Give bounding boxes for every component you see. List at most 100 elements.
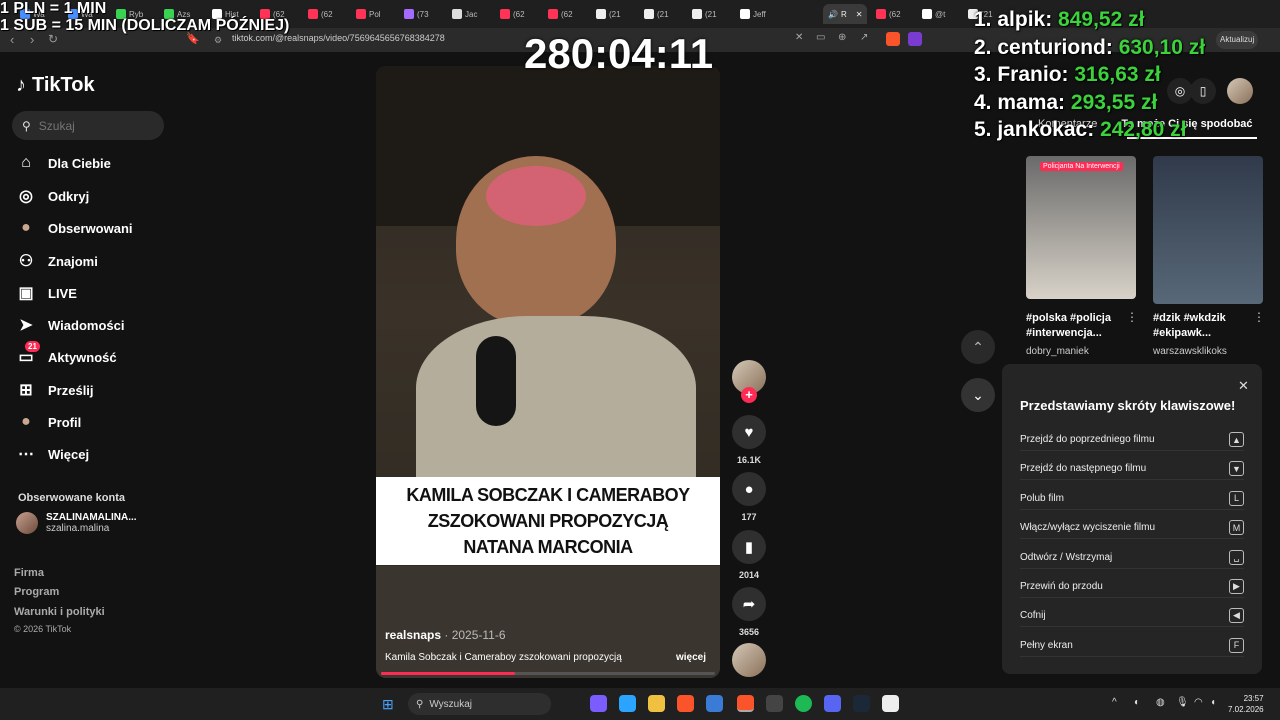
tray-chevron-icon[interactable]: ^ [1112, 697, 1117, 708]
sidebar-item-label: Aktywność [48, 349, 117, 365]
taskbar-app-icon[interactable] [619, 695, 636, 712]
shortcut-label: Polub film [1020, 492, 1064, 504]
tiktok-logo[interactable]: ♪ TikTok [16, 74, 95, 97]
browser-tab[interactable]: (21 [596, 4, 621, 24]
suggested-video-thumb-1[interactable] [1026, 156, 1136, 299]
taskbar-app-icon[interactable] [590, 695, 607, 712]
title-line: #interwencja... [1026, 327, 1102, 339]
share-icon[interactable]: ↗ [860, 32, 874, 46]
obs-icon[interactable] [766, 695, 783, 712]
store-icon[interactable] [706, 695, 723, 712]
spotify-icon[interactable] [795, 695, 812, 712]
brave-rewards-icon[interactable] [908, 32, 922, 46]
suggested-video-title-2[interactable]: #dzik #wkdzik #ekipawk... [1153, 311, 1226, 341]
video-author[interactable]: realsnaps · 2025-11-6 [385, 628, 506, 642]
browser-tab[interactable]: (62 [876, 4, 901, 24]
share-button[interactable]: ➦ [732, 587, 766, 621]
suggested-video-user-1[interactable]: dobry_maniek [1026, 346, 1089, 357]
browser-tab[interactable]: Pol [356, 4, 381, 24]
tray-app-icon[interactable]: ◍ [1156, 697, 1165, 708]
update-button[interactable]: Aktualizuj [1216, 31, 1259, 49]
more-link[interactable]: więcej [676, 652, 706, 663]
browser-tab[interactable]: (73 [404, 4, 429, 24]
volume-icon[interactable]: ◖ [1210, 697, 1216, 708]
sidebar-item-2[interactable]: ◎ Odkryj [16, 186, 89, 206]
suggested-video-thumb-2[interactable] [1153, 156, 1263, 304]
windows-start-icon[interactable]: ⊞ [382, 696, 394, 713]
music-disc-avatar[interactable] [732, 643, 766, 677]
more-options-icon[interactable]: ⋮ [1126, 310, 1138, 324]
tab-favicon-icon [500, 9, 510, 19]
taskbar-app-icon[interactable] [882, 695, 899, 712]
brave-active-icon[interactable] [737, 695, 754, 712]
video-progress-bar[interactable] [381, 672, 715, 675]
footer-link-firma[interactable]: Firma [14, 567, 44, 579]
suggested-video-user-2[interactable]: warszawsklikoks [1153, 346, 1227, 357]
sidebar-item-3[interactable]: ● Obserwowani [16, 218, 132, 238]
like-button[interactable]: ♥ [732, 415, 766, 449]
browser-tab[interactable]: (62 [308, 4, 333, 24]
url-field[interactable]: tiktok.com/@realsnaps/video/756964565676… [232, 33, 445, 43]
chevron-down-icon: ⌄ [972, 386, 984, 403]
search-input[interactable] [38, 118, 149, 133]
footer-link-terms[interactable]: Warunki i polityki [14, 606, 105, 618]
sidebar-item-4[interactable]: ⚇ Znajomi [16, 251, 98, 271]
following-account-item[interactable]: SZALINAMALINA... szalina.malina [16, 512, 137, 534]
search-box[interactable]: ⚲ [12, 111, 164, 140]
sidebar-item-9[interactable]: ● Profil [16, 412, 81, 432]
author-name[interactable]: realsnaps [385, 628, 441, 642]
like-count: 16.1K [736, 455, 762, 465]
sidebar-item-10[interactable]: ⋯ Więcej [16, 444, 89, 464]
sidebar-item-1[interactable]: ⌂ Dla Ciebie [16, 153, 111, 173]
previous-video-button[interactable]: ⌃ [961, 330, 995, 364]
next-video-button[interactable]: ⌄ [961, 378, 995, 412]
brave-shield-icon[interactable] [886, 32, 900, 46]
browser-tab[interactable]: (62 [500, 4, 525, 24]
shortcut-label: Przewiń do przodu [1020, 581, 1103, 592]
browser-tab-active[interactable]: 🔊 R ✕ [823, 4, 868, 24]
taskbar-clock[interactable]: 23:57 7.02.2026 [1228, 693, 1264, 715]
comment-button[interactable]: ● [732, 472, 766, 506]
browser-tab[interactable]: Jac [452, 4, 477, 24]
forward-icon[interactable]: › [30, 32, 34, 47]
browser-tab[interactable]: (21 [692, 4, 717, 24]
cast-icon[interactable]: ▭ [816, 32, 830, 46]
tab-label: (73 [417, 9, 429, 19]
browser-tab[interactable]: (62 [548, 4, 573, 24]
brave-icon[interactable] [677, 695, 694, 712]
live-icon: ▣ [18, 285, 34, 302]
close-tab-icon[interactable]: ✕ [856, 10, 863, 19]
suggested-video-title-1[interactable]: #polska #policja #interwencja... [1026, 311, 1111, 341]
microphone-icon[interactable]: 🎙 [1176, 697, 1189, 708]
close-icon[interactable]: ✕ [1238, 378, 1249, 394]
save-button[interactable]: ▮ [732, 530, 766, 564]
reload-icon[interactable]: ↻ [48, 32, 58, 46]
browser-tab[interactable]: (21 [644, 4, 669, 24]
wifi-icon[interactable]: ◠ [1194, 697, 1203, 708]
steam-icon[interactable] [853, 695, 870, 712]
footer-link-program[interactable]: Program [14, 586, 59, 598]
video-player[interactable] [376, 66, 720, 678]
follow-plus-icon[interactable]: + [741, 387, 757, 403]
leaderboard-row: 4. mama: 293,55 zł [974, 89, 1205, 117]
video-person-body [416, 316, 696, 496]
sidebar-item-8[interactable]: ⊞ Prześlij [16, 380, 93, 400]
zoom-icon[interactable]: ⊕ [838, 32, 852, 46]
sidebar-item-6[interactable]: ➤ Wiadomości [16, 315, 124, 335]
folder-icon[interactable] [648, 695, 665, 712]
taskbar-search[interactable]: ⚲ Wyszukaj [408, 693, 551, 715]
tray-app-icon[interactable]: ◐ [1134, 697, 1140, 708]
back-icon[interactable]: ‹ [10, 32, 14, 47]
sidebar-item-7[interactable]: ▭ 21 Aktywność [16, 341, 117, 367]
sidebar-item-5[interactable]: ▣ LIVE [16, 283, 76, 303]
browser-tab[interactable]: @t [922, 4, 945, 24]
site-info-icon[interactable]: ⚙ [214, 35, 222, 46]
tab-label: (62 [321, 9, 333, 19]
discord-icon[interactable] [824, 695, 841, 712]
extension-icon[interactable]: ✕ [795, 32, 809, 46]
user-avatar[interactable] [1227, 78, 1253, 104]
messages-icon: ➤ [19, 317, 33, 334]
tab-label: (62 [889, 9, 901, 19]
browser-tab[interactable]: Jeff [740, 4, 766, 24]
more-options-icon[interactable]: ⋮ [1253, 310, 1265, 324]
